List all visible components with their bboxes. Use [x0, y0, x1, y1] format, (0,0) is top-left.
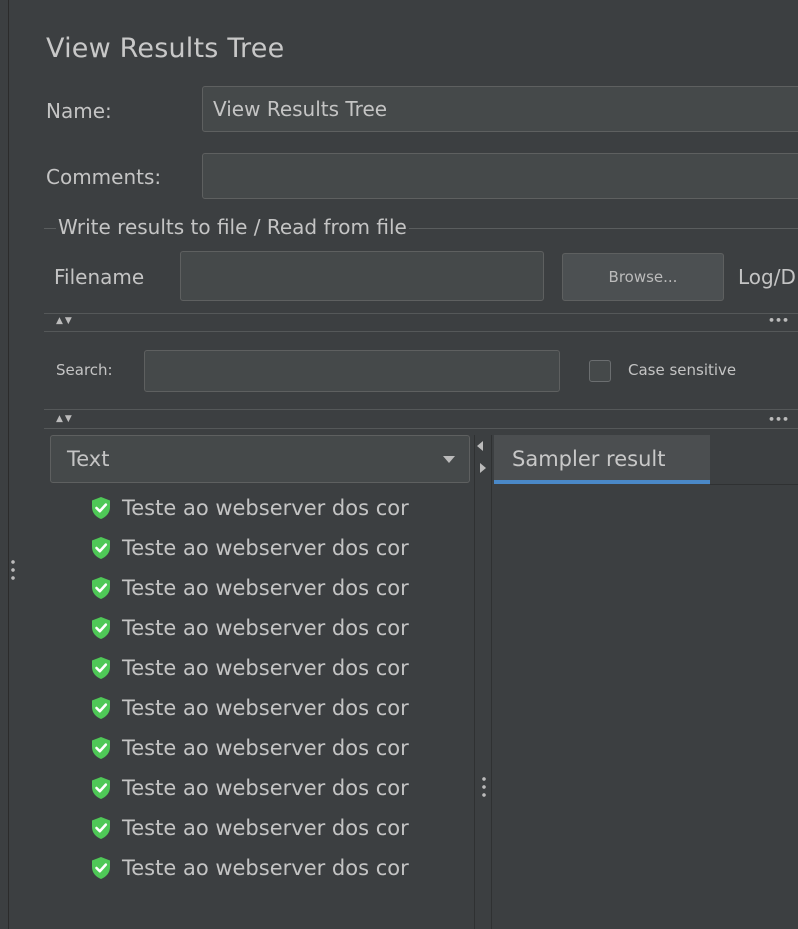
file-divider-bottom [44, 331, 798, 332]
tab-strip-border [710, 484, 798, 485]
search-input[interactable] [144, 350, 560, 392]
left-splitter-handle[interactable] [11, 558, 15, 582]
tree-item-label: Teste ao webserver dos cor [122, 736, 409, 760]
page-title: View Results Tree [46, 33, 285, 64]
tree-item-label: Teste ao webserver dos cor [122, 776, 409, 800]
tree-item[interactable]: Teste ao webserver dos cor [90, 688, 409, 728]
collapse-left-icon[interactable] [477, 441, 483, 451]
tree-item-label: Teste ao webserver dos cor [122, 496, 409, 520]
active-tab-indicator [494, 480, 710, 484]
tree-results-splitter[interactable] [474, 435, 492, 929]
tree-item-label: Teste ao webserver dos cor [122, 616, 409, 640]
tree-item[interactable]: Teste ao webserver dos cor [90, 728, 409, 768]
tree-item-label: Teste ao webserver dos cor [122, 576, 409, 600]
tree-item[interactable]: Teste ao webserver dos cor [90, 528, 409, 568]
tab-sampler-result-label: Sampler result [512, 446, 666, 471]
name-input[interactable] [202, 86, 798, 132]
shield-check-icon [92, 737, 110, 759]
result-detail-pane: Sampler result [492, 435, 798, 929]
log-display-label: Log/D [738, 265, 796, 289]
case-sensitive-checkbox[interactable] [589, 360, 611, 382]
tree-item[interactable]: Teste ao webserver dos cor [90, 568, 409, 608]
file-divider [44, 313, 798, 314]
tree-item[interactable]: Teste ao webserver dos cor [90, 848, 409, 888]
splitter-grip-icon[interactable] [482, 775, 486, 799]
comments-label: Comments: [46, 165, 162, 189]
tree-item-label: Teste ao webserver dos cor [122, 656, 409, 680]
tree-item[interactable]: Teste ao webserver dos cor [90, 768, 409, 808]
name-label: Name: [46, 99, 112, 123]
filename-input[interactable] [180, 251, 544, 301]
tree-item-label: Teste ao webserver dos cor [122, 696, 409, 720]
tab-sampler-result[interactable]: Sampler result [494, 435, 710, 482]
tree-item[interactable]: Teste ao webserver dos cor [90, 808, 409, 848]
chevron-down-icon [443, 456, 455, 463]
tree-item-label: Teste ao webserver dos cor [122, 816, 409, 840]
collapse-arrows-icon[interactable]: ▲▼ [56, 316, 74, 326]
window-top-edge [0, 0, 798, 8]
view-results-tree-panel: View Results Tree Name: Comments: Write … [22, 8, 798, 929]
shield-check-icon [92, 497, 110, 519]
tree-item-label: Teste ao webserver dos cor [122, 536, 409, 560]
shield-check-icon [92, 777, 110, 799]
more-options-icon[interactable]: ••• [768, 314, 789, 327]
search-divider-bottom [44, 428, 798, 429]
shield-check-icon [92, 537, 110, 559]
search-divider [44, 409, 798, 410]
renderer-select-value: Text [67, 447, 110, 471]
tree-item[interactable]: Teste ao webserver dos cor [90, 648, 409, 688]
filename-label: Filename [54, 265, 145, 289]
window-left-edge [0, 0, 9, 929]
results-tree[interactable]: Teste ao webserver dos cor Teste ao webs… [50, 488, 475, 929]
shield-check-icon [92, 657, 110, 679]
more-options-icon-2[interactable]: ••• [768, 413, 789, 426]
tree-item[interactable]: Teste ao webserver dos cor [90, 488, 409, 528]
shield-check-icon [92, 697, 110, 719]
renderer-select[interactable]: Text [50, 435, 470, 483]
file-section-legend: Write results to file / Read from file [56, 215, 409, 239]
shield-check-icon [92, 817, 110, 839]
tree-item-label: Teste ao webserver dos cor [122, 856, 409, 880]
browse-button[interactable]: Browse... [562, 253, 724, 301]
tree-item[interactable]: Teste ao webserver dos cor [90, 608, 409, 648]
expand-right-icon[interactable] [480, 463, 486, 473]
shield-check-icon [92, 617, 110, 639]
case-sensitive-label: Case sensitive [628, 361, 737, 379]
shield-check-icon [92, 857, 110, 879]
shield-check-icon [92, 577, 110, 599]
search-label: Search: [56, 361, 113, 379]
comments-input[interactable] [202, 153, 798, 199]
browse-button-label: Browse... [608, 268, 678, 286]
collapse-arrows-icon-2[interactable]: ▲▼ [56, 414, 74, 424]
